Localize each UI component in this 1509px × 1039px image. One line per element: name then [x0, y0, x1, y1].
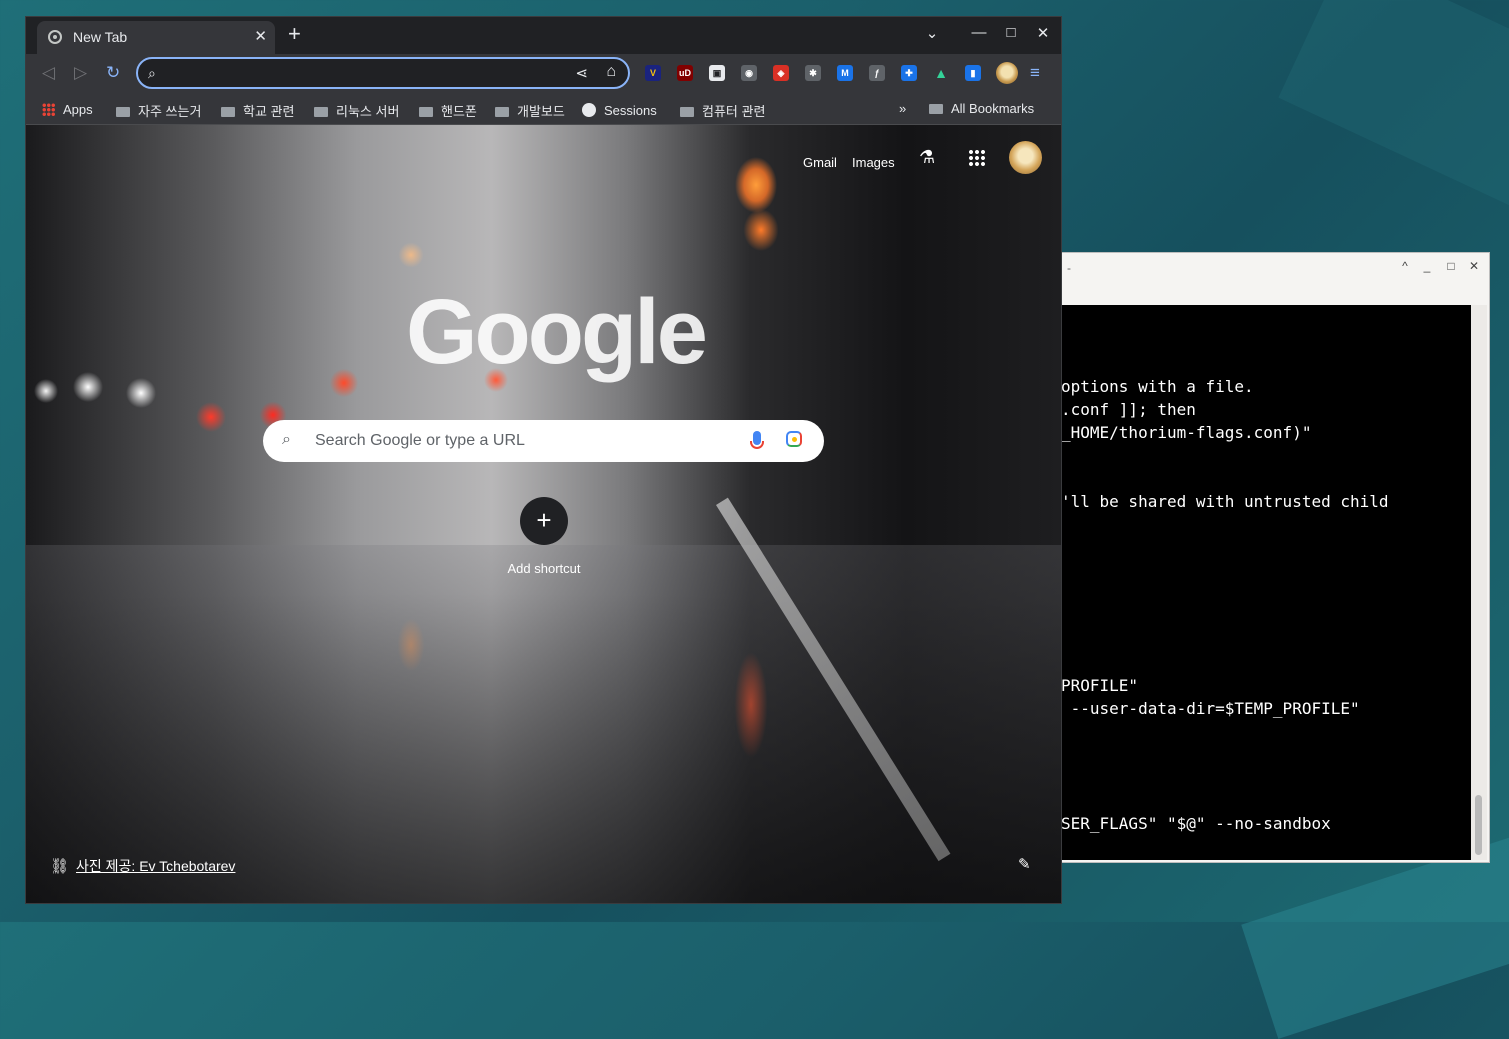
terminal-line: SER_FLAGS" "$@" --no-sandbox: [1061, 814, 1331, 833]
desktop-wallpaper-shape: [1278, 0, 1509, 208]
folder-icon: [116, 107, 130, 117]
search-placeholder: Search Google or type a URL: [315, 432, 525, 449]
share-icon[interactable]: ⋖: [575, 64, 588, 82]
voice-search-icon[interactable]: [750, 431, 764, 449]
tab-search-icon[interactable]: ⌄: [922, 24, 942, 42]
search-box[interactable]: ⌕ Search Google or type a URL: [263, 420, 824, 462]
bookmark-folder[interactable]: 컴퓨터 관련: [680, 101, 765, 120]
bookmark-label: 컴퓨터 관련: [702, 104, 766, 119]
terminal-scroll-thumb[interactable]: [1475, 795, 1482, 855]
reload-icon[interactable]: ↻: [106, 63, 120, 83]
terminal-scrollbar[interactable]: [1471, 305, 1487, 860]
pip-icon[interactable]: ▣: [709, 65, 725, 81]
add-shortcut-button[interactable]: +: [520, 497, 568, 545]
terminal-line: options with a file.: [1061, 377, 1254, 396]
tab-close-icon[interactable]: ✕: [254, 27, 267, 45]
bookmark-label: 자주 쓰는거: [138, 104, 202, 119]
github-icon: [582, 103, 596, 117]
folder-icon: [314, 107, 328, 117]
search-icon: ⌕: [148, 65, 156, 81]
folder-icon: [680, 107, 694, 117]
sidepanel-icon[interactable]: ▮: [965, 65, 981, 81]
terminal-line: --user-data-dir=$TEMP_PROFILE": [1061, 699, 1360, 718]
google-apps-icon[interactable]: [968, 149, 986, 167]
customize-pencil-icon[interactable]: ✎: [1018, 855, 1031, 873]
bookmark-label: 개발보드: [517, 104, 565, 119]
bookmark-folder[interactable]: 핸드폰: [419, 101, 477, 120]
google-lens-icon[interactable]: [786, 431, 802, 447]
labs-flask-icon[interactable]: ⚗: [919, 147, 935, 168]
minimize-icon[interactable]: _: [1418, 259, 1436, 273]
ext-5-icon[interactable]: ◈: [773, 65, 789, 81]
new-tab-button[interactable]: +: [288, 23, 301, 45]
images-link[interactable]: Images: [852, 155, 895, 170]
bookmark-apps[interactable]: Apps: [42, 101, 93, 117]
terminal-line: .conf ]]; then: [1061, 400, 1196, 419]
profile-avatar[interactable]: [996, 62, 1018, 84]
ext-7-icon[interactable]: M: [837, 65, 853, 81]
folder-icon: [221, 107, 235, 117]
chrome-favicon-icon: [48, 30, 62, 44]
terminal-line: 'll be shared with untrusted child: [1061, 492, 1389, 511]
bookmark-folder[interactable]: 학교 관련: [221, 101, 294, 120]
bookmark-label: Sessions: [604, 103, 657, 118]
all-bookmarks[interactable]: All Bookmarks: [929, 101, 1034, 116]
bookmark-icon[interactable]: ⌂: [606, 63, 616, 81]
camera-icon[interactable]: ◉: [741, 65, 757, 81]
maximize-up-icon[interactable]: ^: [1396, 259, 1414, 273]
bookmark-label: All Bookmarks: [951, 101, 1035, 116]
folder-icon: [929, 104, 943, 114]
google-logo: Google: [406, 281, 708, 383]
browser-window[interactable]: New Tab ✕ + ⌄ — □ ✕ ◁ ▷ ↻ ⌕ ⋖ ⌂ V uD ▣ ◉…: [25, 16, 1062, 904]
ext-6-icon[interactable]: ✱: [805, 65, 821, 81]
maximize-icon[interactable]: □: [1442, 259, 1460, 273]
account-avatar[interactable]: [1009, 141, 1042, 174]
flask-icon[interactable]: ▲: [933, 65, 949, 81]
search-icon: ⌕: [282, 431, 291, 448]
new-tab-page: Gmail Images ⚗ Google ⌕ Search Google or…: [26, 125, 1061, 903]
bookmark-label: 리눅스 서버: [336, 104, 400, 119]
background-photo-street: [26, 545, 1061, 903]
apps-icon: [42, 103, 55, 116]
close-icon[interactable]: ✕: [1465, 259, 1483, 273]
terminal-output[interactable]: options with a file. .conf ]]; then _HOM…: [1061, 305, 1471, 860]
bookmark-label: 학교 관련: [243, 104, 295, 119]
link-icon: ⛓: [50, 858, 70, 875]
terminal-line: _HOME/thorium-flags.conf)": [1061, 423, 1312, 442]
folder-icon: [419, 107, 433, 117]
minimize-icon[interactable]: —: [969, 24, 989, 41]
bookmarks-bar: Apps 자주 쓰는거 학교 관련 리눅스 서버 핸드폰 개발보드 Sessio…: [26, 94, 1061, 125]
terminal-window[interactable]: - ^ _ □ ✕ options with a file. .conf ]];…: [1060, 252, 1490, 863]
ext-8-icon[interactable]: ƒ: [869, 65, 885, 81]
folder-icon: [495, 107, 509, 117]
tab-title: New Tab: [73, 29, 128, 45]
terminal-title: -: [1067, 261, 1071, 275]
address-bar[interactable]: ⌕ ⋖ ⌂: [136, 57, 630, 89]
terminal-line: PROFILE": [1061, 676, 1139, 695]
ublock-icon[interactable]: uD: [677, 65, 693, 81]
toolbar: ◁ ▷ ↻ ⌕ ⋖ ⌂ V uD ▣ ◉ ◈ ✱ M ƒ ✚ ▲ ▮ ≡: [26, 54, 1061, 94]
add-shortcut-label[interactable]: Add shortcut: [496, 561, 592, 576]
bookmark-folder[interactable]: 개발보드: [495, 101, 565, 120]
menu-icon[interactable]: ≡: [1030, 63, 1040, 83]
maximize-icon[interactable]: □: [1001, 24, 1021, 41]
close-icon[interactable]: ✕: [1033, 24, 1053, 42]
puzzle-icon[interactable]: ✚: [901, 65, 917, 81]
bookmark-sessions[interactable]: Sessions: [582, 101, 657, 118]
terminal-titlebar[interactable]: - ^ _ □ ✕: [1061, 253, 1489, 305]
bookmarks-overflow-icon[interactable]: »: [899, 101, 906, 116]
gmail-link[interactable]: Gmail: [803, 155, 837, 170]
ext-1-icon[interactable]: V: [645, 65, 661, 81]
forward-icon[interactable]: ▷: [74, 63, 87, 83]
bookmark-folder[interactable]: 자주 쓰는거: [116, 101, 201, 120]
bookmark-label: 핸드폰: [441, 104, 477, 119]
back-icon[interactable]: ◁: [42, 63, 55, 83]
photo-credit-link[interactable]: 사진 제공: Ev Tchebotarev: [76, 856, 235, 876]
bookmark-label: Apps: [63, 102, 93, 117]
tab-strip[interactable]: New Tab ✕ + ⌄ — □ ✕: [26, 17, 1061, 54]
tab-new-tab[interactable]: New Tab ✕: [37, 21, 275, 54]
bookmark-folder[interactable]: 리눅스 서버: [314, 101, 399, 120]
